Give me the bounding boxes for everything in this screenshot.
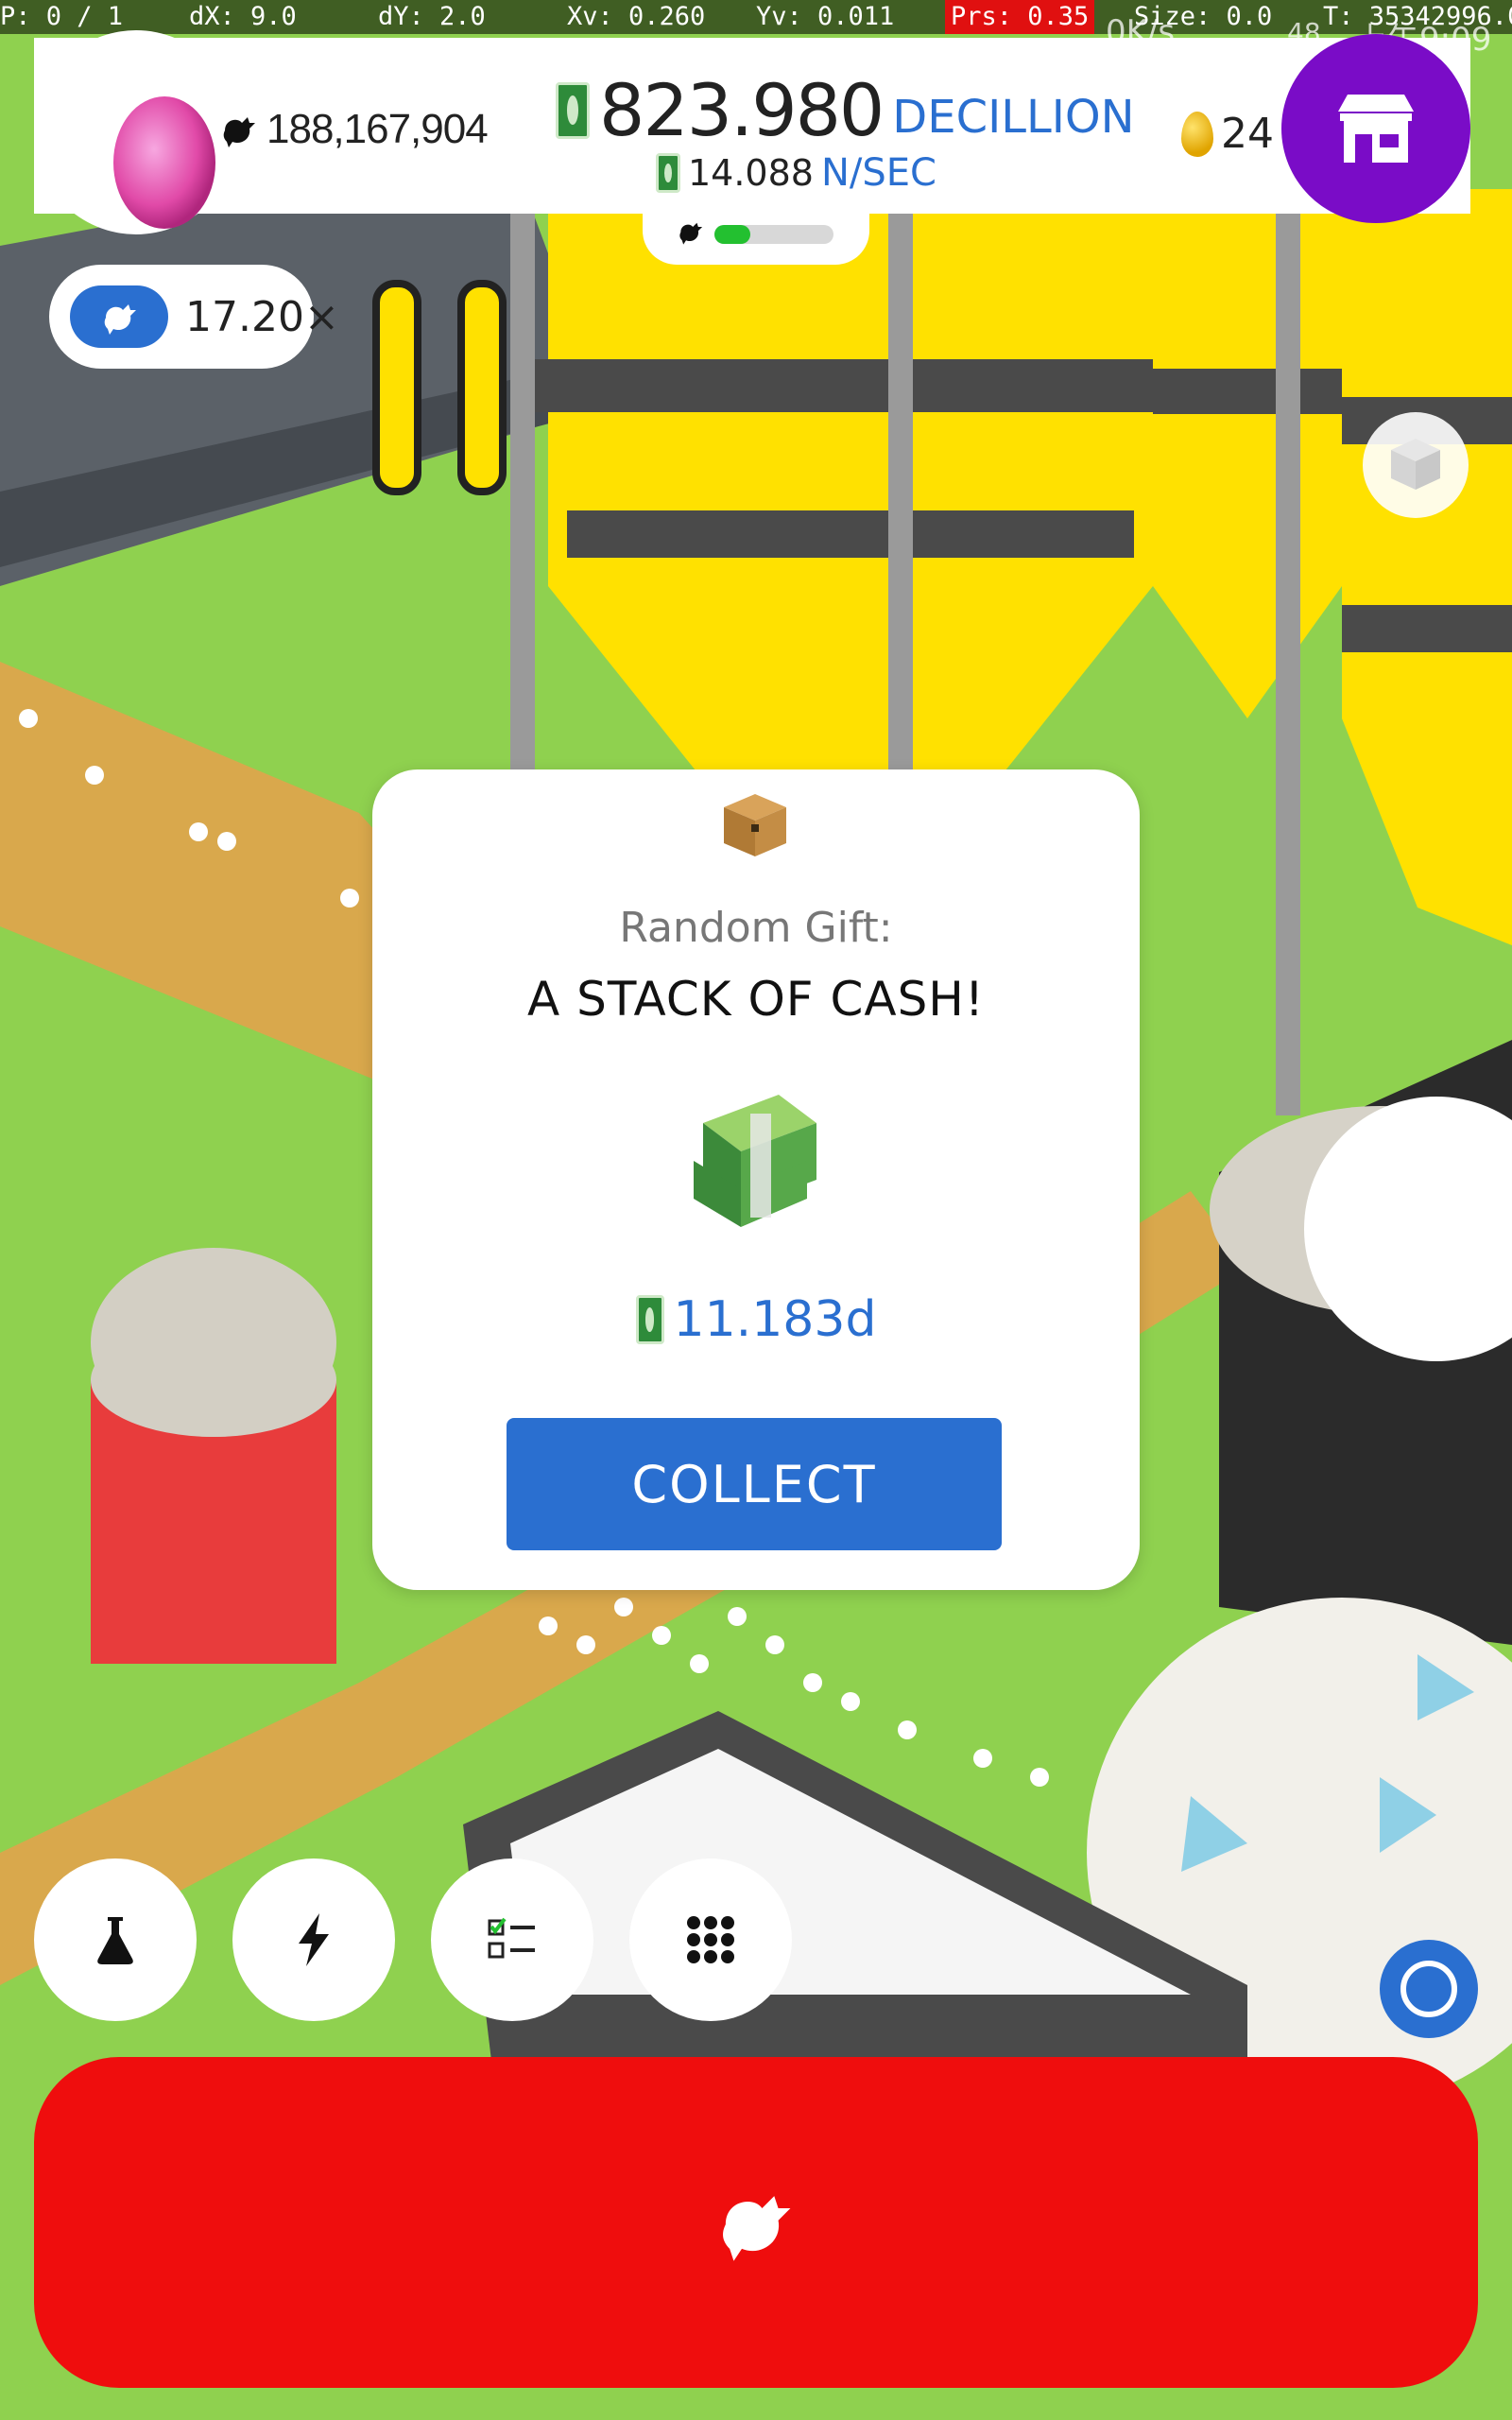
gift-box-button[interactable] — [1363, 412, 1469, 518]
cash-unit: DECILLION — [892, 90, 1135, 144]
chicken-icon — [723, 2196, 791, 2261]
menu-button[interactable] — [629, 1858, 792, 2021]
chicken-icon — [223, 117, 255, 147]
hatch-chicken-button[interactable] — [34, 2057, 1478, 2388]
golden-eggs-value: 24 — [1221, 110, 1274, 158]
shop-icon — [1338, 95, 1414, 163]
debug-pointer: P: 0 / 1 — [0, 2, 124, 31]
cash-stack-icon — [694, 1095, 816, 1227]
missions-button[interactable] — [431, 1858, 593, 2021]
hatchery-progress-track — [714, 225, 833, 244]
cash-icon — [556, 81, 590, 139]
research-button[interactable] — [34, 1858, 197, 2021]
earnings-multiplier[interactable]: 17.20× — [49, 265, 339, 369]
debug-pressure: Prs: 0.35 — [945, 0, 1095, 34]
debug-overlay: P: 0 / 1 dX: 9.0 dY: 2.0 Xv: 0.260 Yv: 0… — [0, 0, 1512, 34]
box-icon — [1391, 439, 1440, 490]
gift-title: Random Gift: — [619, 904, 893, 952]
pink-egg-icon — [113, 96, 215, 229]
cash-rate-icon — [656, 153, 680, 193]
golden-eggs-count: 24 — [1181, 110, 1274, 158]
golden-egg-icon — [1181, 111, 1213, 157]
gift-value-amount: 11.183d — [673, 1291, 877, 1348]
debug-xv: Xv: 0.260 — [567, 2, 706, 31]
gift-name: A STACK OF CASH! — [527, 972, 985, 1027]
cash-amount: 823.980 — [599, 68, 885, 152]
collect-button[interactable]: COLLECT — [507, 1418, 1002, 1550]
cash-rate-amount: 14.088 — [688, 152, 814, 194]
chicken-icon — [104, 304, 136, 335]
gift-value: 11.183d — [372, 1291, 1140, 1348]
cash-display: 823.980 DECILLION — [556, 68, 1135, 152]
debug-dy: dY: 2.0 — [378, 2, 486, 31]
flask-icon — [97, 1917, 133, 1964]
assistive-touch-button[interactable] — [1380, 1940, 1478, 2038]
multiplier-value: 17.20× — [185, 293, 339, 341]
cash-icon — [635, 1295, 664, 1344]
gift-box-icon — [724, 794, 786, 856]
hatchery-progress[interactable] — [643, 199, 869, 265]
grid-icon — [687, 1916, 734, 1963]
debug-dx: dX: 9.0 — [189, 2, 297, 31]
cash-rate: 14.088 N/SEC — [656, 151, 936, 195]
chicken-boost-badge — [70, 285, 168, 348]
chicken-count-value: 188,167,904 — [266, 106, 489, 152]
chicken-icon — [679, 222, 703, 245]
lightning-icon — [299, 1913, 329, 1966]
shop-button[interactable] — [1281, 34, 1470, 223]
cash-rate-unit: N/SEC — [820, 151, 936, 195]
debug-yv: Yv: 0.011 — [756, 2, 895, 31]
random-gift-dialog: Random Gift: A STACK OF CASH! 11.183d CO… — [372, 769, 1140, 1590]
checklist-icon — [488, 1917, 535, 1959]
chicken-count: 188,167,904 — [219, 106, 489, 153]
boost-button[interactable] — [232, 1858, 395, 2021]
hatchery-progress-fill — [714, 225, 750, 244]
egg-type-button[interactable] — [34, 30, 238, 234]
